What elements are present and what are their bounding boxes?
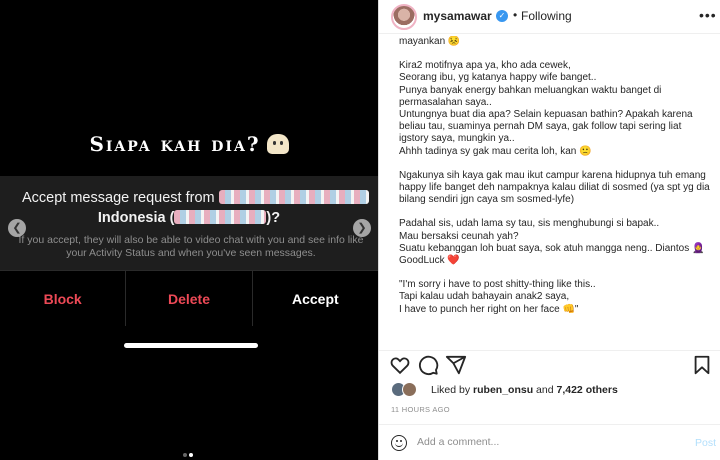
message-request-dialog: Accept message request from Indonesia ()…	[0, 176, 378, 270]
verified-badge-icon: ✓	[496, 10, 508, 22]
share-icon[interactable]	[445, 354, 467, 376]
liker-avatar[interactable]	[402, 382, 417, 397]
caption-line: Punya banyak energy bahkan meluangkan wa…	[399, 84, 662, 108]
carousel-dot[interactable]	[183, 453, 187, 457]
dialog-sender-suffix: )?	[266, 210, 281, 226]
post-timestamp[interactable]: 11 HOURS AGO	[391, 405, 450, 414]
post-sidebar: mysamawar ✓ • Following ••• mayankan 😣 Ki…	[378, 0, 720, 460]
like-heart-icon[interactable]	[389, 354, 411, 376]
caption-line: Ahhh tadinya sy gak mau cerita loh, kan …	[399, 145, 592, 157]
more-options-icon[interactable]: •••	[699, 7, 717, 23]
comment-input[interactable]	[417, 436, 667, 448]
block-button[interactable]: Block	[0, 271, 127, 326]
caption-spacer	[399, 206, 711, 218]
post-header: mysamawar ✓ • Following •••	[379, 0, 720, 34]
caption-spacer	[399, 267, 711, 279]
post-username[interactable]: mysamawar	[423, 9, 492, 23]
ghost-emoji-icon	[266, 134, 289, 154]
caption-line: Padahal sis, udah lama sy tau, sis mengh…	[399, 218, 660, 230]
post-caption: mayankan 😣 Kira2 motifnya apa ya, kho ada…	[399, 36, 711, 348]
accept-button[interactable]: Accept	[253, 271, 378, 326]
caption-line: Ngakunya sih kaya gak mau ikut campur ka…	[399, 169, 710, 206]
caption-line: Suatu kebanggan loh buat saya, sok atuh …	[399, 242, 705, 254]
caption-line: Kira2 motifnya apa ya, kho ada cewek,	[399, 60, 571, 72]
likes-summary: Liked by ruben_onsu and 7,422 others	[431, 384, 618, 396]
dialog-sender-prefix: Indonesia (	[97, 210, 175, 226]
carousel-next-icon[interactable]: ❯	[353, 219, 371, 237]
redacted-sender-handle	[174, 210, 267, 224]
carousel-prev-icon[interactable]: ❮	[8, 219, 26, 237]
liked-by-user-link[interactable]: ruben_onsu	[473, 384, 533, 396]
header-separator: •	[513, 8, 518, 22]
avatar[interactable]	[391, 4, 417, 30]
post-media: Siapa kah dia? Accept message request fr…	[0, 0, 378, 460]
comment-bar: Post	[379, 424, 720, 460]
emoji-smiley-icon[interactable]	[391, 435, 407, 451]
home-indicator	[124, 343, 258, 348]
dialog-request-prefix: Accept message request from	[22, 190, 215, 206]
caption-line: GoodLuck ❤️	[399, 255, 460, 267]
caption-spacer	[399, 48, 711, 60]
caption-line: "I'm sorry i have to post shitty-thing l…	[399, 279, 596, 291]
post-comment-button[interactable]: Post	[695, 437, 716, 449]
comment-icon[interactable]	[417, 354, 439, 376]
caption-line: mayankan 😣	[399, 36, 461, 47]
carousel-dot-active[interactable]	[189, 453, 193, 457]
likes-connector: and	[536, 384, 554, 396]
media-title: Siapa kah dia?	[0, 132, 378, 156]
media-title-text: Siapa kah dia?	[89, 132, 261, 156]
caption-line: Tapi kalau udah bahayain anak2 saya,	[399, 291, 570, 303]
dialog-sender-line: Indonesia ()?	[0, 210, 378, 226]
caption-line: Seorang ibu, yg katanya happy wife bange…	[399, 72, 597, 84]
caption-line: I have to punch her right on her face 👊"	[399, 303, 579, 315]
caption-spacer	[399, 158, 711, 170]
likes-count-link[interactable]: 7,422 others	[557, 384, 618, 396]
delete-button[interactable]: Delete	[126, 271, 253, 326]
likes-prefix: Liked by	[431, 384, 471, 396]
redacted-sender-name	[218, 190, 369, 204]
caption-line: Mau bersaksi ceunah yah?	[399, 230, 519, 242]
carousel-dots	[182, 444, 194, 460]
caption-line: Untungnya buat dia apa? Selain kepuasan …	[399, 109, 693, 145]
dialog-request-line: Accept message request from	[22, 190, 369, 206]
dialog-info-text: If you accept, they will also be able to…	[18, 234, 364, 259]
dialog-actions: Block Delete Accept	[0, 270, 378, 326]
save-bookmark-icon[interactable]	[691, 354, 713, 376]
following-button[interactable]: Following	[521, 9, 572, 23]
